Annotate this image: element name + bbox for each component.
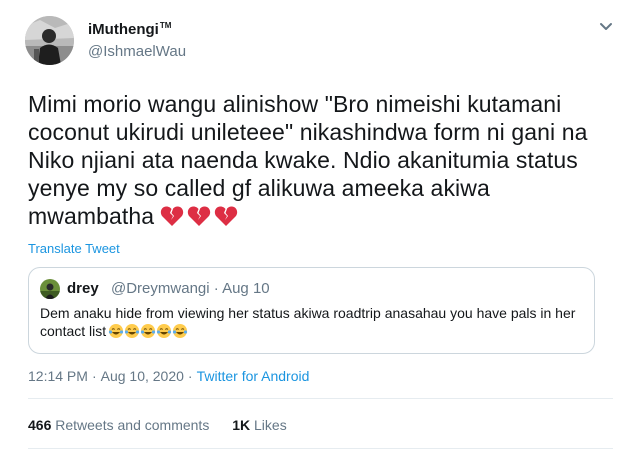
tweet-meta: 12:14 PM · Aug 10, 2020 · Twitter for Androi… bbox=[28, 368, 309, 384]
tears-of-joy-icon bbox=[125, 324, 140, 338]
author-avatar[interactable] bbox=[25, 16, 74, 65]
quoted-tweet-body: Dem anaku hide from viewing her status a… bbox=[40, 304, 585, 343]
translate-tweet-link[interactable]: Translate Tweet bbox=[28, 241, 120, 256]
broken-heart-icon bbox=[161, 206, 184, 226]
tears-of-joy-icon bbox=[141, 324, 156, 338]
tears-of-joy-icon bbox=[157, 324, 172, 338]
quoted-author-name: drey bbox=[67, 280, 99, 297]
tears-of-joy-icon bbox=[173, 324, 188, 338]
tweet-card: iMuthengiTM @IshmaelWau Mimi morio wangu… bbox=[0, 0, 623, 456]
tweet-text: Mimi morio wangu alinishow "Bro nimeishi… bbox=[28, 91, 588, 229]
profile-photo-icon bbox=[40, 279, 60, 299]
chevron-down-icon[interactable] bbox=[599, 22, 613, 32]
likes-count: 1K bbox=[232, 417, 251, 433]
quoted-tweet[interactable]: drey @Dreymwangi · Aug 10 Dem anaku hide… bbox=[28, 267, 595, 354]
tweet-body: Mimi morio wangu alinishow "Bro nimeishi… bbox=[28, 90, 613, 233]
broken-heart-icon bbox=[215, 206, 238, 226]
meta-separator: · bbox=[187, 368, 193, 384]
quoted-author-avatar[interactable] bbox=[40, 279, 60, 299]
quoted-handle-date: @Dreymwangi · Aug 10 bbox=[111, 280, 270, 297]
tweet-stats: 466 Retweets and comments 1K Likes bbox=[28, 417, 287, 433]
tears-of-joy-icon bbox=[109, 324, 124, 338]
divider bbox=[28, 448, 613, 449]
author-name-text: iMuthengi bbox=[88, 21, 159, 38]
likes-label: Likes bbox=[254, 417, 287, 433]
broken-hearts bbox=[160, 205, 241, 233]
laughing-emojis bbox=[108, 323, 188, 343]
retweets-stat[interactable]: 466 Retweets and comments bbox=[28, 417, 209, 433]
divider bbox=[28, 398, 613, 399]
likes-stat[interactable]: 1K Likes bbox=[232, 417, 286, 433]
tweet-source-link[interactable]: Twitter for Android bbox=[197, 368, 310, 384]
meta-separator: · bbox=[91, 368, 97, 384]
broken-heart-icon bbox=[188, 206, 211, 226]
trademark-mark: TM bbox=[159, 21, 172, 30]
author-display-name[interactable]: iMuthengiTM bbox=[88, 21, 171, 38]
author-handle[interactable]: @IshmaelWau bbox=[88, 43, 186, 60]
tweet-time[interactable]: 12:14 PM bbox=[28, 368, 88, 384]
retweets-label: Retweets and comments bbox=[55, 417, 210, 433]
retweets-count: 466 bbox=[28, 417, 52, 433]
tweet-date[interactable]: Aug 10, 2020 bbox=[101, 368, 184, 384]
profile-photo-icon bbox=[25, 16, 74, 65]
